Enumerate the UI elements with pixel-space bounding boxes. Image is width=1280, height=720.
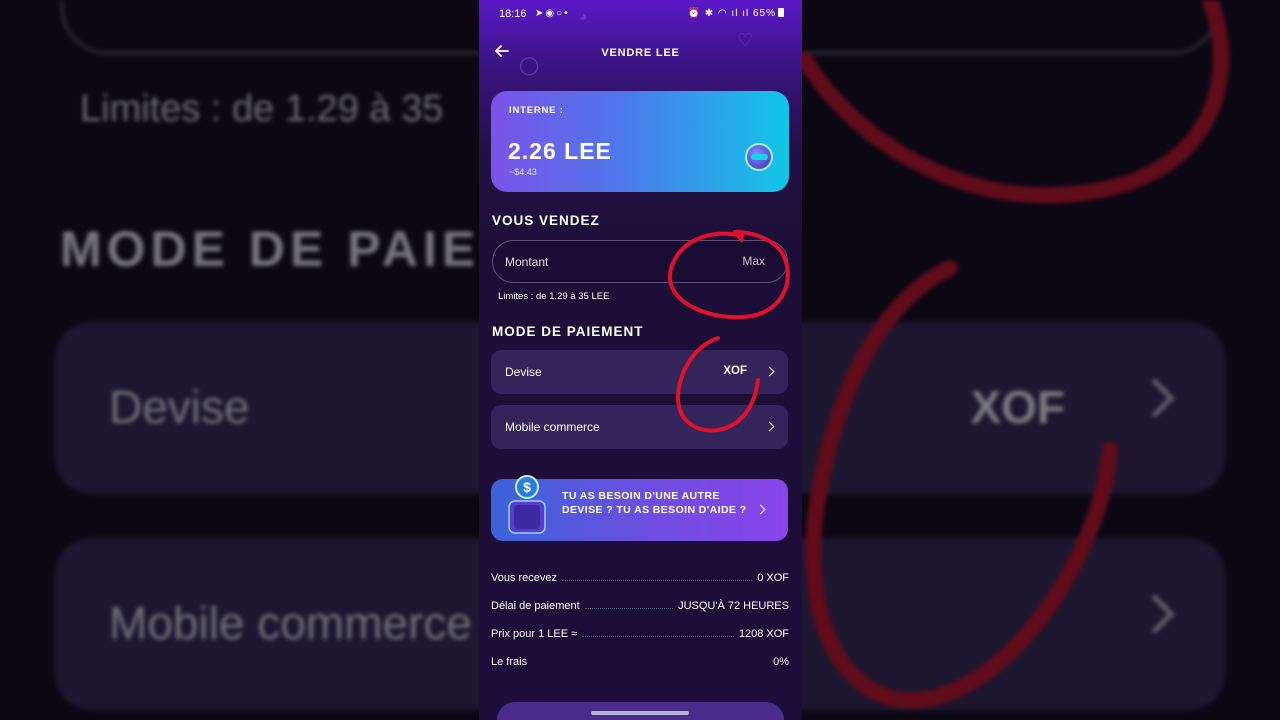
money-jar-icon: $: [508, 475, 546, 534]
phone-screen: 18:16 ➤◉○• ⏰ ✱ ◠ ıl ıl 65% ◯ ♡ ◕ VENDRE …: [479, 0, 802, 720]
lee-coin-icon: [745, 143, 773, 171]
battery-icon: [778, 8, 784, 17]
summary-label: Le frais: [491, 656, 528, 668]
payment-method-label: Mobile commerce: [505, 420, 600, 434]
page-title: VENDRE LEE: [601, 47, 680, 59]
help-banner[interactable]: $ TU AS BESOIN D'UNE AUTRE DEVISE ? TU A…: [491, 475, 788, 541]
amount-input[interactable]: [505, 252, 705, 272]
currency-value: XOF: [723, 365, 747, 377]
summary-row-delay: Délai de paiement JUSQU'À 72 HEURES: [491, 600, 789, 616]
summary-label: Délai de paiement: [491, 600, 580, 612]
summary-row-fee: Le frais 0%: [491, 656, 789, 672]
amount-field[interactable]: Max: [492, 240, 788, 283]
summary-value: 0 XOF: [757, 572, 789, 584]
help-banner-text: TU AS BESOIN D'UNE AUTRE DEVISE ? TU AS …: [562, 490, 747, 516]
summary-value: 0%: [773, 656, 789, 668]
payment-method-selector[interactable]: Mobile commerce: [491, 405, 788, 449]
currency-selector[interactable]: Devise XOF: [491, 350, 788, 394]
video-frame: Limites : de 1.29 à 35 MODE DE PAIEMENT …: [0, 0, 1280, 720]
summary-row-receive: Vous recevez 0 XOF: [491, 572, 789, 588]
balance-label: INTERNE :: [509, 105, 564, 116]
currency-label: Devise: [505, 365, 542, 379]
system-icons: ⏰ ✱ ◠ ıl ıl: [687, 8, 753, 19]
battery-level: 65%: [752, 8, 776, 19]
status-time: 18:16: [499, 8, 527, 20]
notification-icons: ➤◉○•: [535, 8, 570, 19]
status-right: ⏰ ✱ ◠ ıl ıl 65%: [688, 8, 784, 19]
svg-text:$: $: [523, 479, 531, 495]
summary-value: JUSQU'À 72 HEURES: [678, 600, 789, 612]
chevron-right-icon: [764, 421, 775, 432]
balance-usd: ~$4.43: [509, 167, 537, 177]
balance-amount: 2.26 LEE: [508, 138, 612, 164]
balance-card: INTERNE : 2.26 LEE ~$4.43: [491, 91, 789, 192]
home-indicator[interactable]: [591, 711, 689, 715]
dotted-leader: [562, 573, 753, 581]
summary-row-price: Prix pour 1 LEE ≈ 1208 XOF: [491, 628, 789, 644]
sell-section-title: VOUS VENDEZ: [492, 213, 600, 228]
dotted-leader: [584, 601, 674, 609]
chevron-right-icon: [755, 504, 766, 515]
summary-label: Prix pour 1 LEE ≈: [491, 628, 578, 640]
payment-section-title: MODE DE PAIEMENT: [492, 324, 644, 339]
summary-value: 1208 XOF: [738, 628, 789, 640]
limits-text: Limites : de 1.29 à 35 LEE: [498, 291, 610, 302]
max-button[interactable]: Max: [742, 254, 765, 268]
summary-label: Vous recevez: [491, 572, 558, 584]
status-bar: 18:16 ➤◉○• ⏰ ✱ ◠ ıl ıl 65%: [479, 0, 802, 30]
dotted-leader: [582, 629, 734, 637]
top-header: VENDRE LEE: [479, 40, 802, 68]
chevron-right-icon: [764, 366, 775, 377]
decor-mask-icon: ◕: [579, 8, 588, 24]
